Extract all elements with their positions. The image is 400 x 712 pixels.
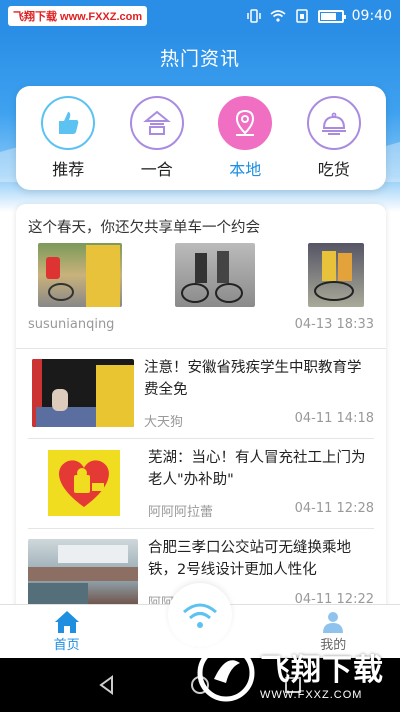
news-title: 合肥三孝口公交站可无缝换乘地铁，2号线设计更加人性化 (148, 540, 351, 578)
category-label: 吃货 (317, 160, 350, 179)
news-item[interactable]: 芜湖：当心！有人冒充社工上门为老人"办补助" 阿阿阿拉蕾 04-11 12:28 (28, 439, 374, 529)
category-label: 推荐 (52, 160, 85, 179)
feature-meta: susunianqing 04-13 18:33 (28, 317, 374, 332)
category-circle (306, 96, 361, 150)
news-time: 04-11 12:28 (294, 501, 374, 516)
back-icon[interactable] (96, 674, 118, 696)
status-time: 09:40 (351, 8, 392, 24)
news-thumb (32, 359, 134, 427)
feature-image-2 (175, 243, 255, 307)
news-title: 芜湖：当心！有人冒充社工上门为老人"办补助" (148, 450, 366, 488)
wifi-signal-icon (183, 603, 217, 628)
news-time: 04-11 14:18 (294, 411, 374, 426)
status-icons: 09:40 (246, 8, 392, 24)
news-thumb (28, 449, 138, 517)
feature-image-3 (308, 243, 364, 307)
heart-graphic (59, 460, 109, 507)
feature-time: 04-13 18:33 (294, 317, 374, 332)
feature-title: 这个春天，你还欠共享单车一个约会 (28, 220, 260, 236)
page-title: 热门资讯 (159, 48, 240, 70)
sim-icon (295, 9, 308, 23)
category-local[interactable]: 本地 (205, 96, 285, 180)
watermark-top: 飞翔下载 www.FXXZ.com (8, 6, 148, 26)
category-label: 一合 (140, 160, 173, 179)
category-recommend[interactable]: 推荐 (28, 96, 108, 180)
category-label: 本地 (229, 160, 262, 179)
watermark-brand: 飞翔下载 (260, 654, 384, 687)
wifi-icon (270, 10, 286, 22)
news-title: 注意！安徽省残疾学生中职教育学费全免 (144, 360, 362, 398)
category-circle (218, 96, 273, 150)
feature-article[interactable]: 这个春天，你还欠共享单车一个约会 susunianqing 04-13 18:3… (16, 204, 386, 349)
news-text: 注意！安徽省残疾学生中职教育学费全免 大天狗 04-11 14:18 (144, 357, 374, 430)
category-card: 推荐 一合 本地 吃货 (16, 86, 386, 190)
news-source: 大天狗 (144, 415, 184, 430)
status-bar: 飞翔下载 www.FXXZ.com 09:40 (0, 0, 400, 32)
battery-icon (317, 9, 346, 23)
thumbs-up-icon (59, 112, 79, 134)
location-pin-icon (236, 109, 255, 136)
category-circle (129, 96, 184, 150)
home-icon (54, 611, 79, 633)
watermark-bottom: 飞翔下载 WWW.FXXZ.COM (196, 636, 396, 710)
news-meta: 阿阿阿拉蕾 04-11 12:28 (148, 501, 374, 520)
category-circle (41, 96, 96, 150)
category-yihe[interactable]: 一合 (117, 96, 197, 180)
category-food[interactable]: 吃货 (294, 96, 374, 180)
news-thumb (28, 539, 138, 607)
nav-home[interactable]: 首页 (27, 610, 107, 653)
feature-images (28, 243, 374, 307)
news-meta: 大天狗 04-11 14:18 (144, 411, 374, 430)
news-text: 芜湖：当心！有人冒充社工上门为老人"办补助" 阿阿阿拉蕾 04-11 12:28 (148, 447, 374, 520)
user-icon (323, 612, 344, 633)
news-source: 阿阿阿拉蕾 (148, 505, 214, 520)
food-cloche-icon (321, 112, 346, 135)
feature-image-1 (38, 243, 122, 307)
combine-icon (142, 110, 171, 135)
news-list: 这个春天，你还欠共享单车一个约会 susunianqing 04-13 18:3… (16, 204, 386, 624)
news-item[interactable]: 注意！安徽省残疾学生中职教育学费全免 大天狗 04-11 14:18 (28, 349, 374, 439)
nav-home-label: 首页 (53, 638, 80, 653)
feature-author: susunianqing (28, 317, 115, 332)
watermark-logo-icon (197, 644, 255, 702)
watermark-url: WWW.FXXZ.COM (260, 689, 363, 701)
vibrate-icon (246, 9, 261, 23)
